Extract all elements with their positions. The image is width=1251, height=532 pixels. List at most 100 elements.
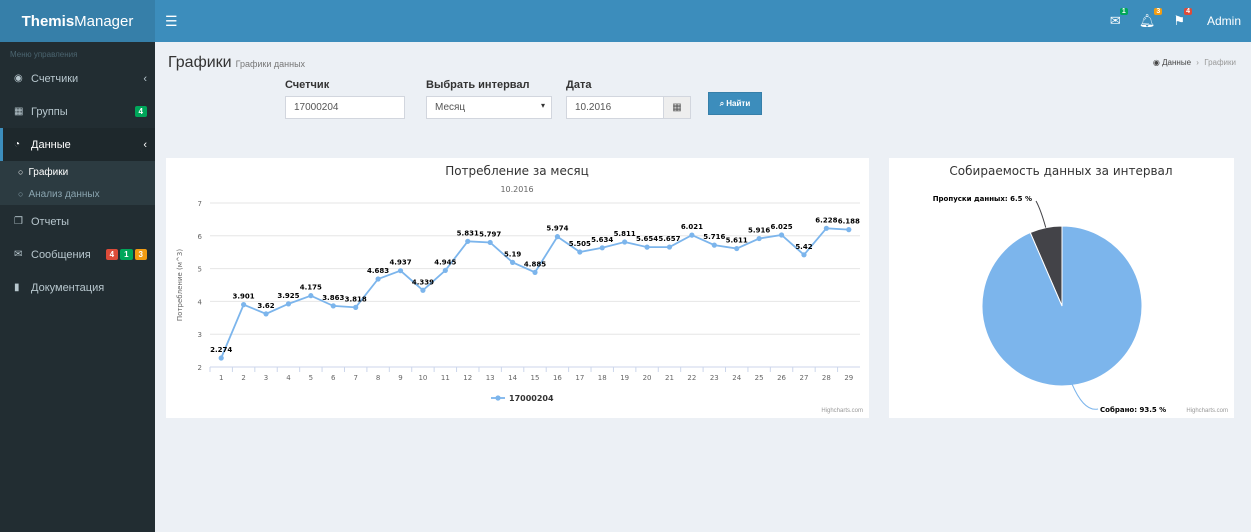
data-point[interactable] bbox=[509, 259, 516, 265]
pie-title: Собираемость данных за интервал bbox=[949, 164, 1172, 178]
subitem-label: Графики bbox=[28, 166, 69, 178]
data-label: 5.716 bbox=[703, 233, 725, 241]
messages-badge-yellow: 3 bbox=[134, 249, 147, 260]
data-label: 3.901 bbox=[233, 293, 255, 301]
data-point[interactable] bbox=[778, 232, 785, 238]
sidebar-item-data[interactable]: ◔ Данные ‹ bbox=[0, 128, 155, 161]
data-point[interactable] bbox=[846, 227, 852, 233]
flag-icon[interactable]: ⚑ 4 bbox=[1173, 8, 1192, 29]
data-point[interactable] bbox=[218, 355, 224, 361]
data-point[interactable] bbox=[756, 235, 762, 242]
x-tick-label: 22 bbox=[687, 374, 696, 382]
logo-text: Manager bbox=[74, 12, 134, 30]
data-point[interactable] bbox=[487, 239, 493, 246]
data-point[interactable] bbox=[577, 249, 583, 255]
sidebar-item-label: Отчеты bbox=[31, 215, 70, 228]
data-label: 4.945 bbox=[434, 258, 456, 266]
meter-input[interactable]: 17000204 bbox=[285, 96, 405, 119]
mail-icon[interactable]: ✉ 1 bbox=[1110, 8, 1128, 29]
data-point[interactable] bbox=[711, 242, 717, 248]
connector-line bbox=[1071, 383, 1099, 410]
data-label: 6.021 bbox=[681, 223, 703, 231]
x-tick-label: 3 bbox=[264, 374, 268, 382]
x-tick-label: 21 bbox=[665, 374, 674, 382]
app-logo[interactable]: Themis Manager bbox=[0, 0, 155, 42]
data-point[interactable] bbox=[353, 304, 359, 310]
data-point[interactable] bbox=[397, 268, 404, 274]
data-point[interactable] bbox=[689, 232, 695, 238]
legend-item[interactable]: 17000204 bbox=[509, 394, 554, 403]
find-button[interactable]: ⌕ Найти bbox=[708, 92, 762, 115]
sidebar-item-docs[interactable]: ▮ Документация bbox=[0, 271, 155, 304]
sidebar-item-messages[interactable]: ✉ Сообщения 4 1 3 bbox=[0, 238, 155, 271]
data-label: 4.683 bbox=[367, 267, 389, 275]
breadcrumb: ◉ Данные › Графики bbox=[1153, 58, 1236, 67]
data-point[interactable] bbox=[308, 293, 314, 299]
x-tick-label: 2 bbox=[241, 374, 245, 382]
bell-icon[interactable]: 🔔︎ 3 bbox=[1139, 8, 1163, 29]
chevron-left-icon: ‹ bbox=[143, 72, 147, 85]
data-label: 5.831 bbox=[457, 229, 479, 237]
data-point[interactable] bbox=[801, 252, 807, 258]
data-point[interactable] bbox=[622, 239, 628, 245]
interval-select[interactable]: Месяц ▾ bbox=[426, 96, 552, 119]
line-chart: Потребление за месяц10.2016234567Потребл… bbox=[176, 164, 860, 403]
user-menu[interactable]: Admin bbox=[1207, 14, 1241, 28]
data-point[interactable] bbox=[241, 302, 247, 308]
x-tick-label: 11 bbox=[441, 374, 450, 382]
groups-badge: 4 bbox=[134, 106, 147, 117]
data-point[interactable] bbox=[599, 245, 605, 251]
sidebar-subitem-charts[interactable]: ○ Графики bbox=[0, 161, 155, 183]
data-point[interactable] bbox=[442, 267, 448, 274]
data-point[interactable] bbox=[375, 276, 381, 282]
x-tick-label: 28 bbox=[822, 374, 831, 382]
x-tick-label: 6 bbox=[331, 374, 336, 382]
data-point[interactable] bbox=[420, 287, 426, 293]
report-icon: ❐ bbox=[14, 216, 23, 227]
sidebar-item-groups[interactable]: ▦ Группы 4 bbox=[0, 95, 155, 128]
dashboard-icon: ◉ bbox=[1152, 58, 1160, 67]
dashboard-icon: ◉ bbox=[14, 73, 23, 84]
data-point[interactable] bbox=[734, 245, 740, 252]
data-label: 6.228 bbox=[815, 216, 837, 224]
data-point[interactable] bbox=[666, 244, 673, 250]
data-point[interactable] bbox=[823, 225, 829, 231]
menu-toggle-icon[interactable]: ☰ bbox=[165, 13, 178, 30]
sidebar-subitem-analysis[interactable]: ○ Анализ данных bbox=[0, 183, 155, 205]
pie-slice[interactable] bbox=[981, 225, 1143, 387]
flag-badge: 4 bbox=[1184, 8, 1192, 15]
data-point[interactable] bbox=[644, 244, 650, 250]
breadcrumb-root[interactable]: Данные bbox=[1162, 58, 1191, 67]
x-tick-label: 17 bbox=[575, 374, 584, 382]
data-label: 6.188 bbox=[838, 218, 860, 226]
data-label: 5.611 bbox=[726, 237, 748, 245]
data-label: 4.937 bbox=[389, 259, 411, 267]
circle-icon: ○ bbox=[18, 167, 24, 177]
x-tick-label: 8 bbox=[376, 374, 380, 382]
data-label: 5.19 bbox=[504, 250, 521, 258]
page-title: Графики Графики данных bbox=[168, 54, 305, 72]
data-point[interactable] bbox=[330, 303, 336, 309]
calendar-icon[interactable]: ▦ bbox=[663, 96, 691, 119]
data-point[interactable] bbox=[285, 301, 292, 307]
data-point[interactable] bbox=[554, 234, 561, 240]
data-label: 4.339 bbox=[412, 278, 434, 286]
circle-icon: ○ bbox=[18, 189, 24, 199]
chart-credits[interactable]: Highcharts.com bbox=[1186, 408, 1228, 414]
sidebar-item-label: Счетчики bbox=[31, 72, 79, 85]
sidebar-item-reports[interactable]: ❐ Отчеты bbox=[0, 205, 155, 238]
sidebar-header: Меню управления bbox=[10, 50, 78, 59]
y-axis-label: Потребление (м^3) bbox=[176, 249, 184, 321]
data-point[interactable] bbox=[532, 269, 538, 275]
date-input[interactable]: 10.2016 bbox=[566, 96, 664, 119]
data-label: 4.885 bbox=[524, 260, 546, 268]
sidebar-item-meters[interactable]: ◉ Счетчики ‹ bbox=[0, 62, 155, 95]
mail-badge: 1 bbox=[1119, 8, 1128, 15]
data-label: 5.657 bbox=[658, 235, 680, 243]
connector-line bbox=[1035, 200, 1047, 228]
y-tick-label: 6 bbox=[198, 233, 203, 241]
data-point[interactable] bbox=[263, 311, 269, 317]
chart-credits[interactable]: Highcharts.com bbox=[821, 408, 863, 414]
envelope-icon: ✉ bbox=[14, 249, 23, 260]
data-point[interactable] bbox=[465, 238, 471, 244]
